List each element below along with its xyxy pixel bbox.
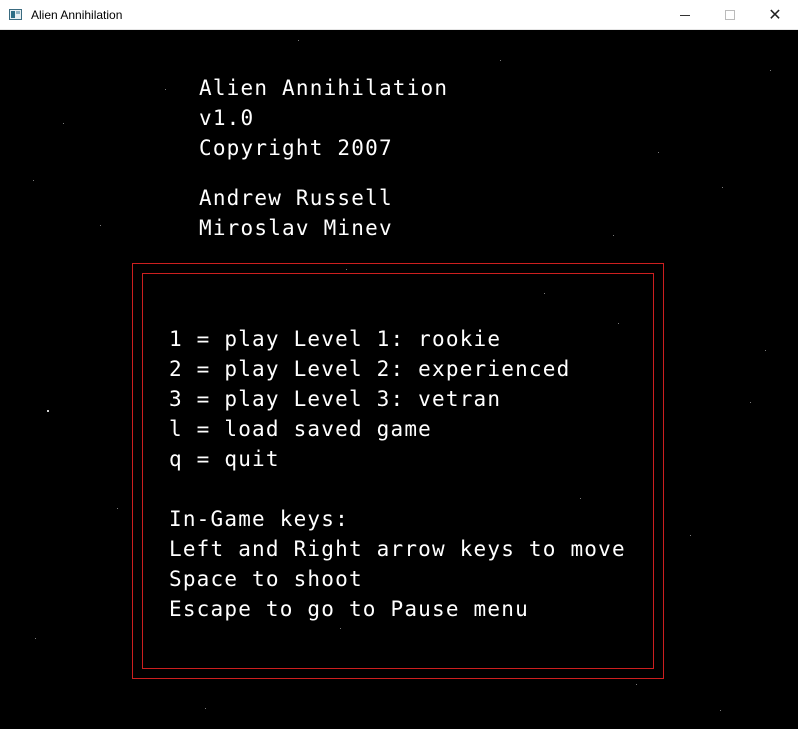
app-icon xyxy=(9,9,22,20)
keys-shoot-hint: Space to shoot xyxy=(169,567,363,591)
star xyxy=(205,708,206,709)
game-title: Alien Annihilation xyxy=(199,76,449,100)
maximize-button[interactable] xyxy=(707,0,753,30)
menu-option-load[interactable]: l = load saved game xyxy=(169,417,432,441)
copyright-text: Copyright 2007 xyxy=(199,136,393,160)
close-button[interactable]: ✕ xyxy=(752,0,798,30)
author-name: Miroslav Minev xyxy=(199,216,393,240)
star xyxy=(636,684,637,685)
minimize-icon xyxy=(680,14,690,16)
author-name: Andrew Russell xyxy=(199,186,393,210)
window-title: Alien Annihilation xyxy=(31,8,123,22)
star xyxy=(722,187,723,188)
keys-pause-hint: Escape to go to Pause menu xyxy=(169,597,529,621)
star xyxy=(720,710,721,711)
star xyxy=(33,180,34,181)
star xyxy=(100,225,101,226)
star xyxy=(165,89,166,90)
star xyxy=(500,60,501,61)
game-canvas[interactable]: Alien Annihilation v1.0 Copyright 2007 A… xyxy=(0,30,798,729)
maximize-icon xyxy=(725,10,735,20)
menu-option-level-2[interactable]: 2 = play Level 2: experienced xyxy=(169,357,570,381)
menu-option-level-3[interactable]: 3 = play Level 3: vetran xyxy=(169,387,501,411)
star xyxy=(658,152,659,153)
star xyxy=(765,350,766,351)
star xyxy=(47,410,49,412)
close-icon: ✕ xyxy=(768,5,782,24)
window-titlebar[interactable]: Alien Annihilation ✕ xyxy=(0,0,798,30)
star xyxy=(750,402,751,403)
minimize-button[interactable] xyxy=(662,0,708,30)
star xyxy=(63,123,64,124)
star xyxy=(35,638,36,639)
star xyxy=(117,508,118,509)
keys-heading: In-Game keys: xyxy=(169,507,349,531)
star xyxy=(613,235,614,236)
menu-option-level-1[interactable]: 1 = play Level 1: rookie xyxy=(169,327,501,351)
menu-option-quit[interactable]: q = quit xyxy=(169,447,280,471)
star xyxy=(690,535,691,536)
game-version: v1.0 xyxy=(199,106,255,130)
keys-move-hint: Left and Right arrow keys to move xyxy=(169,537,626,561)
star xyxy=(298,40,299,41)
star xyxy=(770,70,771,71)
